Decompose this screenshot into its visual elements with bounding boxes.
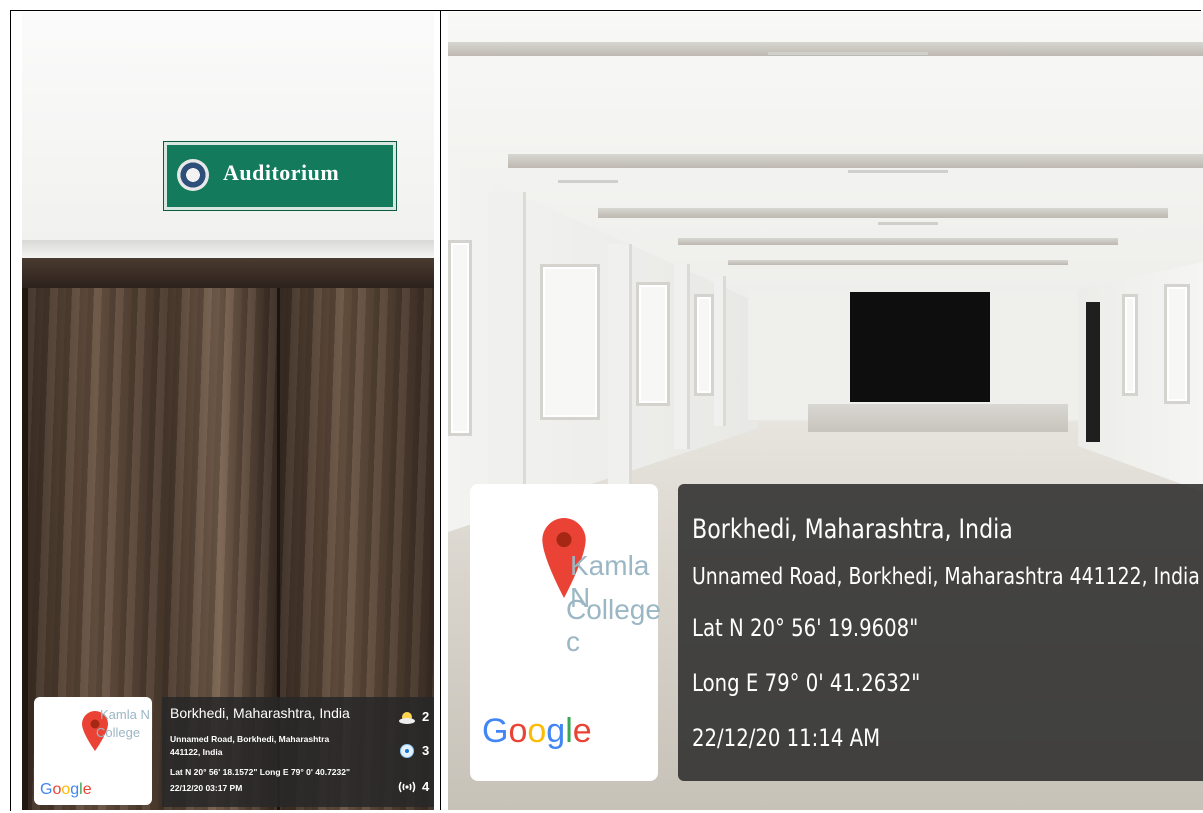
window [1164, 284, 1190, 404]
location-title: Borkhedi, Maharashtra, India [170, 705, 350, 721]
ceiling-beam [598, 208, 1168, 218]
location-address: Unnamed Road, Borkhedi, Maharashtra 4411… [170, 734, 330, 757]
pillar [674, 264, 690, 449]
cloud-sun-icon [399, 712, 415, 724]
wind-value: 4 [422, 779, 430, 794]
location-datetime: 22/12/20 03:17 PM [170, 783, 243, 793]
ceiling-beam [728, 260, 1068, 265]
side-door [1086, 302, 1100, 442]
pillar [714, 276, 726, 426]
location-title: Borkhedi, Maharashtra, India [692, 514, 1013, 545]
ceiling-beam [678, 238, 1118, 245]
map-label-line2: College c [566, 594, 661, 657]
left-location-info: Borkhedi, Maharashtra, India Unnamed Roa… [162, 697, 434, 807]
ceiling-fan-icon [878, 222, 938, 225]
window [1122, 294, 1138, 396]
wind-icon [398, 781, 416, 793]
location-coordinates: Lat N 20° 56' 18.1572" Long E 79° 0' 40.… [170, 767, 351, 777]
map-label-line1: Kamla N [100, 707, 150, 722]
map-label-line2: College [96, 725, 141, 740]
ledge [22, 240, 434, 258]
door-lintel [22, 258, 434, 288]
auditorium-sign: Auditorium [164, 142, 396, 210]
location-datetime: 22/12/20 11:14 AM [692, 724, 881, 752]
google-logo: Google [40, 781, 92, 798]
location-address: Unnamed Road, Borkhedi, Maharashtra 4411… [692, 564, 1200, 590]
ceiling-fan-icon [768, 52, 928, 55]
location-longitude: Long E 79° 0' 41.2632" [692, 669, 921, 697]
right-location-info: Borkhedi, Maharashtra, India Unnamed Roa… [678, 484, 1203, 781]
right-map-thumbnail: Kamla N College c Google [470, 484, 661, 781]
compass-value: 3 [422, 743, 430, 758]
location-latitude: Lat N 20° 56' 19.9608" [692, 614, 919, 642]
pillar [608, 244, 632, 484]
weather-value: 2 [422, 709, 430, 724]
auditorium-door-photo: Auditorium [22, 12, 434, 810]
google-logo: Google [482, 712, 592, 750]
ceiling-beam [508, 154, 1203, 168]
stage-screen [850, 292, 990, 402]
door-edge [22, 288, 28, 810]
left-map-thumbnail: Kamla N College Google [34, 697, 152, 805]
compass-icon [400, 744, 414, 758]
window [540, 264, 600, 420]
window [694, 294, 714, 396]
window [636, 282, 670, 406]
ceiling-fan-icon [848, 170, 948, 173]
table-divider [440, 10, 441, 810]
ceiling-fan-icon [558, 180, 618, 183]
stage [808, 404, 1068, 432]
sign-text: Auditorium [223, 160, 340, 185]
college-emblem-icon [177, 159, 209, 191]
window [448, 240, 472, 436]
